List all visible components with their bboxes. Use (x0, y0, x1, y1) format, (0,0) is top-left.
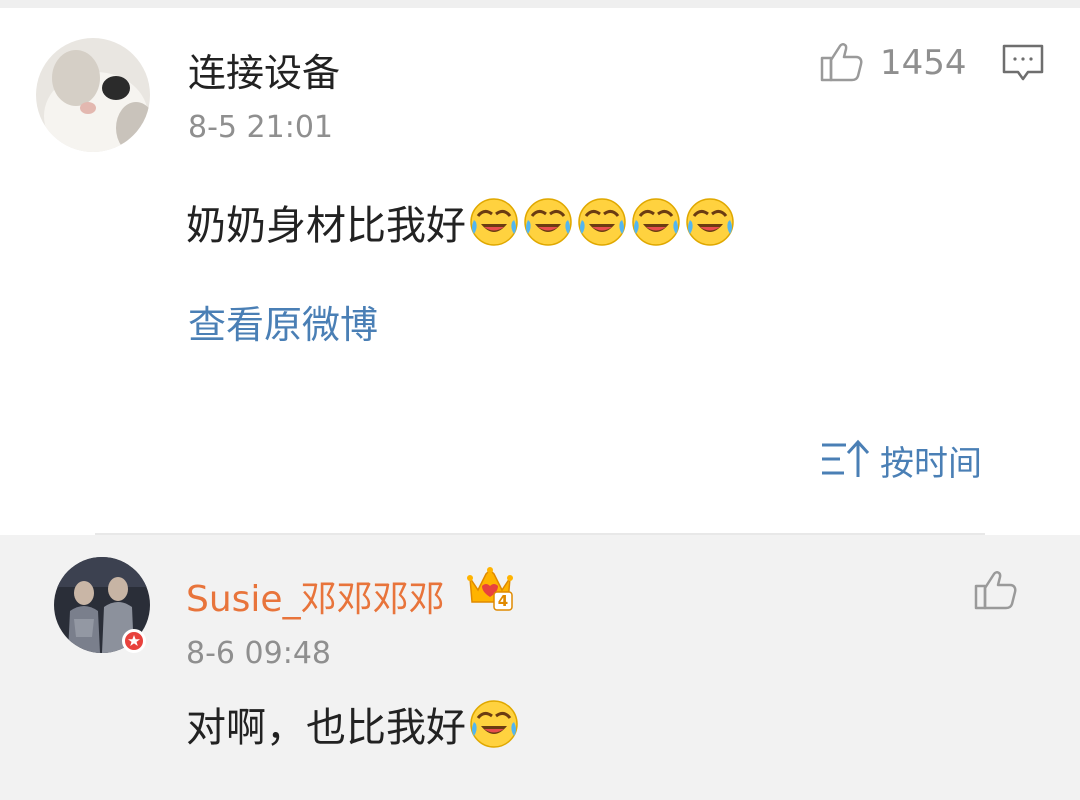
comment-avatar[interactable] (36, 38, 150, 152)
reply-timestamp: 8-6 09:48 (186, 636, 331, 671)
comment-timestamp: 8-5 21:01 (188, 110, 333, 145)
sort-by-time-icon (820, 437, 872, 485)
like-count: 1454 (880, 43, 967, 83)
crown-level-badge: 4 (464, 566, 516, 612)
laugh-cry-emoji-icon (576, 196, 628, 248)
sort-label: 按时间 (880, 444, 982, 484)
comment-reply-button[interactable] (1000, 42, 1046, 88)
thumbs-up-icon (972, 566, 1018, 616)
reply-username[interactable]: Susie_邓邓邓邓 (186, 570, 445, 622)
comment-text: 奶奶身材比我好 (186, 194, 736, 250)
reply-panel (0, 535, 1080, 800)
laugh-cry-emoji-icon (630, 196, 682, 248)
laugh-cry-emoji-icon (468, 698, 520, 750)
reply-like-button[interactable] (972, 566, 1018, 616)
comment-like-button[interactable]: 1454 (818, 38, 967, 88)
sort-by-time-button[interactable]: 按时间 (820, 436, 982, 485)
view-original-weibo-link[interactable]: 查看原微博 (188, 294, 378, 349)
comment-username[interactable]: 连接设备 (188, 42, 340, 97)
top-separator (0, 0, 1080, 8)
reply-text: 对啊，也比我好 (186, 696, 520, 752)
laugh-cry-emoji-icon (522, 196, 574, 248)
laugh-cry-emoji-icon (684, 196, 736, 248)
thumbs-up-icon (818, 38, 864, 88)
laugh-cry-emoji-icon (468, 196, 520, 248)
verified-badge-icon (122, 629, 146, 653)
comment-bubble-icon (1000, 42, 1046, 88)
comment-text-body: 奶奶身材比我好 (186, 203, 466, 249)
reply-text-body: 对啊，也比我好 (186, 705, 466, 751)
crown-level-number: 4 (497, 592, 509, 610)
